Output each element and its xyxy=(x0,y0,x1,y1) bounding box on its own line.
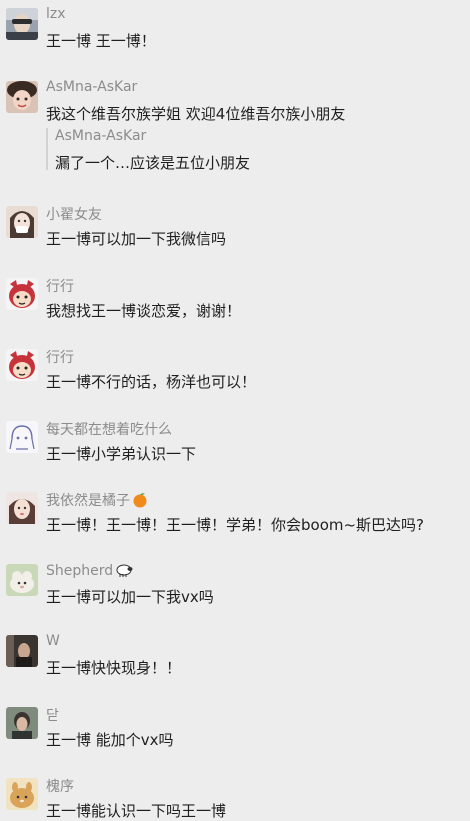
comment-text: 王一博 王一博！ xyxy=(46,32,156,50)
avatar[interactable] xyxy=(6,206,38,238)
username[interactable]: 每天都在想着吃什么 xyxy=(46,419,172,439)
comment-text: 王一博！王一博！王一博！学弟！你会boom~斯巴达吗? xyxy=(46,516,425,534)
avatar[interactable] xyxy=(6,778,38,810)
comment-text: 我想找王一博谈恋爱，谢谢！ xyxy=(46,302,242,320)
comment-text: 王一博小学弟认识一下 xyxy=(46,445,197,463)
avatar[interactable] xyxy=(6,635,38,667)
avatar[interactable] xyxy=(6,564,38,596)
reply-block: AsMna-AsKar 漏了一个…应该是五位小朋友 xyxy=(46,128,355,172)
comment-text: 我这个维吾尔族学姐 欢迎4位维吾尔族小朋友 xyxy=(46,105,346,123)
avatar[interactable] xyxy=(6,349,38,381)
avatar[interactable] xyxy=(6,492,38,524)
avatar[interactable] xyxy=(6,707,38,739)
tangerine-emoji xyxy=(132,492,148,512)
comment-text: 王一博可以加一下我vx吗 xyxy=(46,588,214,606)
comment-text: 王一博快快现身！！ xyxy=(46,659,182,677)
username[interactable]: 槐序 xyxy=(46,776,74,796)
reply-text: 漏了一个…应该是五位小朋友 xyxy=(55,154,251,172)
sheep-emoji xyxy=(115,562,133,582)
avatar[interactable] xyxy=(6,421,38,453)
comment-text: 王一博能认识一下吗王一博 xyxy=(46,802,227,820)
comment-text: 王一博 能加个vx吗 xyxy=(46,731,174,749)
username[interactable]: 行行 xyxy=(46,347,74,367)
avatar[interactable] xyxy=(6,8,38,40)
reply-username[interactable]: AsMna-AsKar xyxy=(55,128,146,144)
username[interactable]: 小翟女友 xyxy=(46,204,102,224)
avatar[interactable] xyxy=(6,278,38,310)
comment-list: lzx 王一博 王一博！ AsMna-AsKar 我这个维吾尔族学姐 欢迎4位维… xyxy=(0,0,470,820)
comment-text: 王一博不行的话，杨洋也可以！ xyxy=(46,373,257,391)
username[interactable]: 行行 xyxy=(46,276,74,296)
username[interactable]: Shepherd xyxy=(46,562,133,582)
avatar[interactable] xyxy=(6,81,38,113)
username[interactable]: W xyxy=(46,633,60,649)
username[interactable]: AsMna-AsKar xyxy=(46,79,137,95)
username[interactable]: 닫 xyxy=(46,705,59,725)
username[interactable]: 我依然是橘子 xyxy=(46,490,148,512)
username[interactable]: lzx xyxy=(46,6,66,22)
comment-text: 王一博可以加一下我微信吗 xyxy=(46,230,227,248)
